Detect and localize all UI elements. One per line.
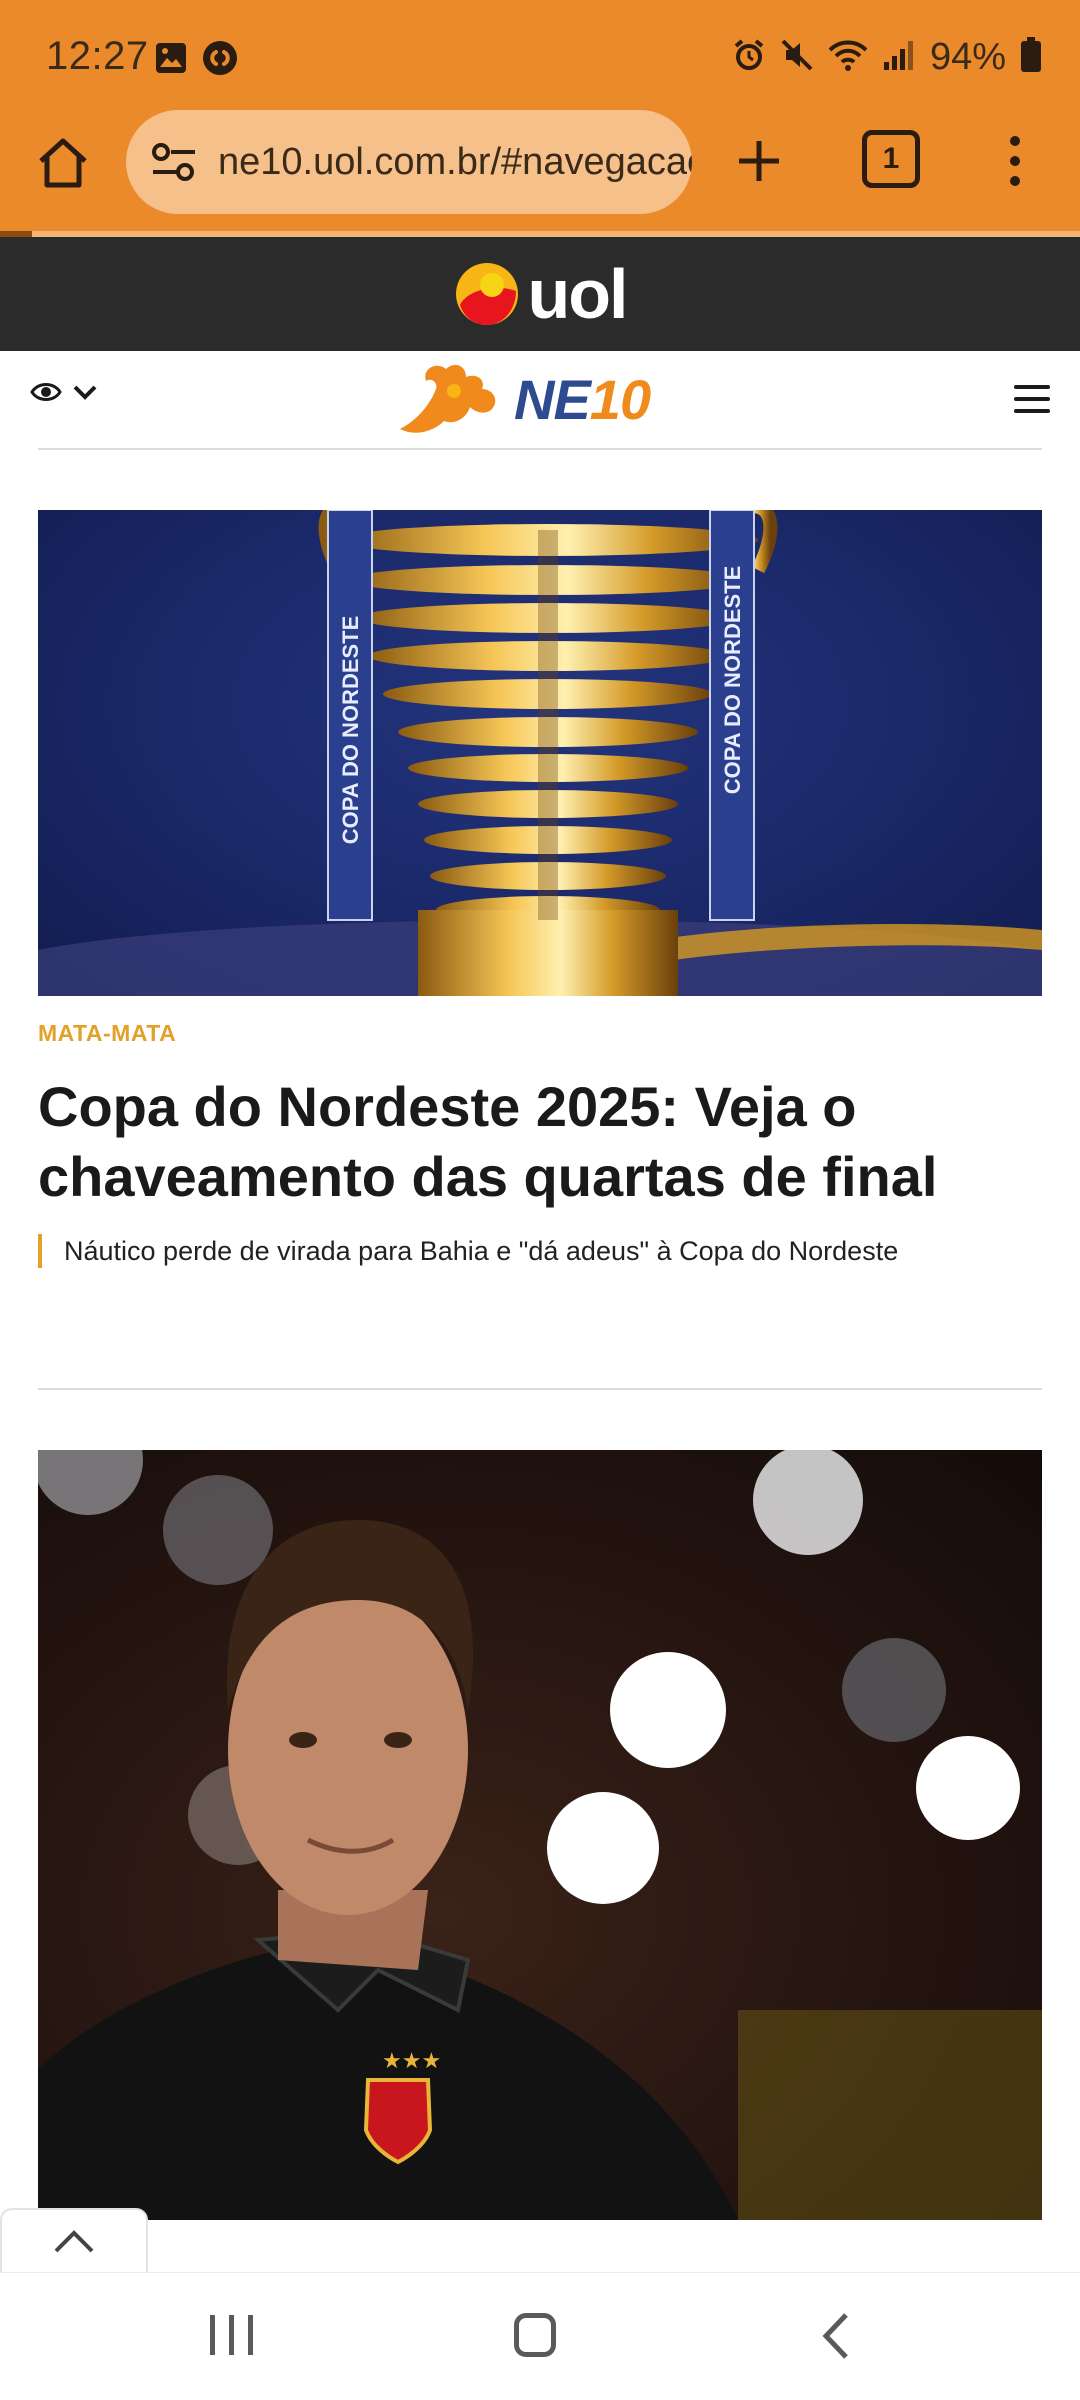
status-left-icons <box>154 40 238 81</box>
uol-logo-text: uol <box>527 255 629 333</box>
recents-bar <box>229 2315 234 2355</box>
more-vert-icon <box>1010 136 1020 186</box>
recents-bar <box>248 2315 253 2355</box>
tab-switcher-button[interactable]: 1 <box>862 130 920 188</box>
signal-icon <box>882 38 916 77</box>
plus-icon <box>739 141 779 181</box>
chevron-up-icon <box>54 2230 94 2253</box>
nav-back-button[interactable] <box>820 2311 850 2366</box>
article-headline[interactable]: Copa do Nordeste 2025: Veja o chaveament… <box>38 1072 1042 1212</box>
accessibility-toggle[interactable] <box>30 381 98 403</box>
battery-percentage: 94% <box>929 36 1006 78</box>
article-divider <box>38 1388 1042 1390</box>
ne10-logo-text: NE10 <box>514 367 651 432</box>
home-button[interactable] <box>30 130 96 196</box>
ribbon-right-text: COPA DO NORDESTE <box>720 566 745 795</box>
battery-icon <box>1020 37 1042 78</box>
back-chevron-icon <box>822 2313 848 2359</box>
wifi-icon <box>828 38 868 77</box>
recents-bar <box>210 2315 215 2355</box>
ribbon-left-text: COPA DO NORDESTE <box>338 616 363 845</box>
article-image-coach[interactable]: ★★★ <box>38 1450 1042 2220</box>
new-tab-button[interactable] <box>726 128 792 194</box>
alarm-icon <box>732 38 766 77</box>
url-text: ne10.uol.com.br/#navegacao <box>218 140 692 183</box>
home-icon <box>39 138 87 188</box>
system-nav-bar <box>0 2272 1080 2400</box>
uol-logo[interactable]: uol <box>454 254 629 334</box>
hamburger-menu-icon[interactable] <box>1014 379 1050 419</box>
browser-toolbar: ne10.uol.com.br/#navegacao 1 <box>0 100 1080 234</box>
mute-icon <box>780 38 814 77</box>
shazam-icon <box>202 40 238 81</box>
ne10-logo-ne: NE <box>514 367 591 431</box>
nav-home-button[interactable] <box>514 2313 556 2357</box>
status-bar: 12:27 94% <box>0 0 1080 100</box>
hamburger-line <box>1014 409 1050 413</box>
coach-photo-illustration: ★★★ <box>38 1450 1042 2220</box>
header-divider <box>38 448 1042 450</box>
svg-text:★★★: ★★★ <box>382 2048 441 2073</box>
ne10-logo[interactable]: NE10 <box>396 359 651 439</box>
ne10-mascot-icon <box>400 364 496 433</box>
site-header: NE10 <box>0 351 1080 449</box>
ne10-logo-10: 10 <box>589 367 651 431</box>
recents-button[interactable] <box>210 2315 253 2355</box>
article-kicker[interactable]: MATA-MATA <box>38 1020 176 1047</box>
eye-icon <box>30 383 62 401</box>
uol-sun-icon <box>455 263 518 325</box>
status-time: 12:27 <box>46 34 149 78</box>
related-link[interactable]: Náutico perde de virada para Bahia e "dá… <box>38 1234 898 1268</box>
hamburger-line <box>1014 397 1050 401</box>
browser-menu-button[interactable] <box>990 128 1040 194</box>
status-right: 94% <box>732 36 1042 79</box>
hamburger-line <box>1014 385 1050 389</box>
uol-top-bar: uol <box>0 237 1080 351</box>
article-image-trophy[interactable]: COPA DO NORDESTE COPA DO NORDESTE <box>38 510 1042 996</box>
gallery-icon <box>154 41 188 80</box>
site-settings-icon[interactable] <box>148 136 200 188</box>
chevron-down-icon <box>73 385 97 400</box>
url-bar[interactable]: ne10.uol.com.br/#navegacao <box>126 110 692 214</box>
trophy-illustration: COPA DO NORDESTE COPA DO NORDESTE <box>38 510 1042 996</box>
back-to-top-button[interactable] <box>0 2208 148 2274</box>
